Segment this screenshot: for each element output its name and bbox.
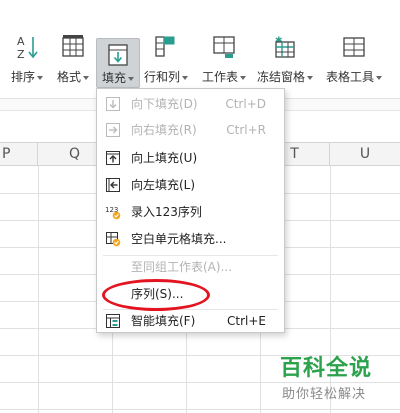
fill-icon [106,42,130,68]
enter-123-series-icon: 123 [105,204,121,220]
caret-down-icon [37,75,43,80]
freeze-panes-label: 冻结窗格 [256,70,305,84]
caret-down-icon [376,75,382,80]
column-header-u[interactable]: U [330,143,400,165]
caret-down-icon [307,75,313,80]
menu-item-label: 向右填充(R) [131,123,197,137]
fill-label: 填充 [101,71,126,85]
table-tools-label: 表格工具 [325,70,374,84]
menu-item-label: 向下填充(D) [131,97,198,111]
menu-item-fill-right[interactable]: 向右填充(R) Ctrl+R [97,117,284,143]
menu-item-shortcut: Ctrl+R [226,123,266,137]
freeze-panes-button[interactable]: ✱ 冻结窗格 [254,34,316,90]
menu-item-shortcut: Ctrl+D [225,97,266,111]
menu-item-enter-123-series[interactable]: 123 录入123序列 [97,199,284,225]
format-button[interactable]: 格式 [52,34,94,90]
menu-item-label: 至同组工作表(A)... [131,260,233,274]
ribbon-toolbar: A Z 排序 格式 填充 行和列 工作表 ✱ 冻结窗格 表格工具 [0,0,400,98]
worksheet-icon [212,34,236,60]
worksheet-button[interactable]: 工作表 [198,34,250,90]
menu-item-label: 空白单元格填充... [131,232,227,246]
menu-item-blank-cell-fill[interactable]: 空白单元格填充... [97,226,284,252]
sort-label: 排序 [10,70,35,84]
fill-button[interactable]: 填充 [96,38,140,88]
menu-item-to-group-worksheets[interactable]: 至同组工作表(A)... [97,254,284,280]
menu-item-fill-left[interactable]: 向左填充(L) [97,172,284,198]
svg-text:Z: Z [17,48,25,60]
caret-down-icon [128,76,134,81]
menu-item-label: 智能填充(F) [131,314,196,328]
fill-down-icon [105,96,121,112]
watermark-title: 百科全说 [280,356,373,381]
caret-down-icon [240,75,246,80]
smart-fill-icon [105,313,121,329]
table-format-icon [61,34,85,60]
worksheet-label: 工作表 [201,70,238,84]
menu-item-fill-down[interactable]: 向下填充(D) Ctrl+D [97,91,284,117]
table-tools-icon [342,34,366,60]
rows-columns-icon [153,34,177,60]
caret-down-icon [83,75,89,80]
fill-left-icon [105,177,121,193]
menu-item-label: 向左填充(L) [131,178,196,192]
menu-item-fill-up[interactable]: 向上填充(U) [97,145,284,171]
freeze-panes-icon: ✱ [273,34,297,60]
blank-cell-fill-icon [105,231,121,247]
fill-right-icon [105,122,121,138]
table-tools-button[interactable]: 表格工具 [322,34,386,90]
rows-and-columns-button[interactable]: 行和列 [144,34,189,90]
column-header-p[interactable]: P [0,143,38,165]
watermark-subtitle: 助你轻松解决 [282,387,367,402]
menu-item-smart-fill[interactable]: 智能填充(F) Ctrl+E [97,308,284,334]
fill-up-icon [105,150,121,166]
watermark: 百科全说 助你轻松解决 [268,350,398,410]
sort-button[interactable]: A Z 排序 [6,34,48,90]
grid-line [38,166,39,413]
sort-az-icon: A Z [15,34,39,61]
menu-item-label: 向上填充(U) [131,151,198,165]
format-label: 格式 [56,70,81,84]
menu-item-label: 录入123序列 [131,205,202,219]
menu-item-shortcut: Ctrl+E [227,314,266,328]
rows-columns-label: 行和列 [144,70,181,84]
red-highlight-oval [102,279,210,311]
svg-text:A: A [17,35,25,48]
caret-down-icon [182,75,189,80]
